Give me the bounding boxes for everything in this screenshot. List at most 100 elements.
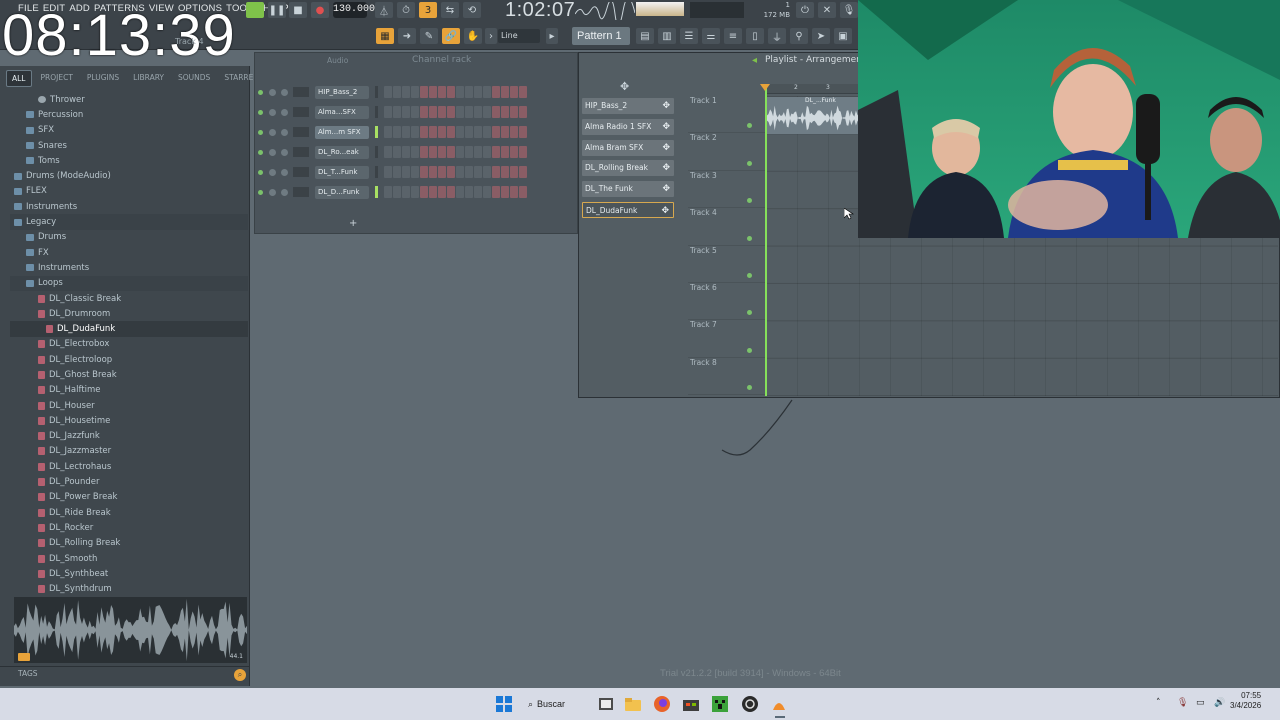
step-button[interactable] <box>465 86 473 98</box>
step-button[interactable] <box>456 106 464 118</box>
step-button[interactable] <box>420 86 428 98</box>
step-button[interactable] <box>483 86 491 98</box>
track-mute-led[interactable] <box>747 235 752 241</box>
system-clock[interactable]: 07:55 3/4/2026 <box>1230 691 1261 711</box>
channel-row[interactable]: DL_T...Funk <box>258 164 576 180</box>
playlist-play-icon[interactable]: ◂ <box>752 55 757 66</box>
pan-knob[interactable] <box>269 168 276 176</box>
step-button[interactable] <box>393 126 401 138</box>
pattern-item[interactable]: Alma Bram SFX ✥ <box>582 139 674 156</box>
channel-name-button[interactable]: DL_Ro...eak <box>315 145 369 159</box>
browser-file-item[interactable]: DL_Smooth <box>10 551 248 566</box>
step-button[interactable] <box>429 126 437 138</box>
browser-file-item[interactable]: DL_Ghost Break <box>10 367 248 382</box>
playlist-button[interactable]: ⚌ <box>702 28 720 44</box>
store-icon[interactable] <box>681 694 701 714</box>
step-button[interactable] <box>483 186 491 198</box>
channel-row[interactable]: DL_Ro...eak <box>258 144 576 160</box>
playhead-marker-icon[interactable] <box>760 84 770 91</box>
step-button[interactable] <box>411 166 419 178</box>
step-button[interactable] <box>447 146 455 158</box>
browser-folder-item[interactable]: SFX <box>10 123 248 138</box>
step-button[interactable] <box>438 186 446 198</box>
pan-knob[interactable] <box>269 108 276 116</box>
browser-folder-item[interactable]: Toms <box>10 153 248 168</box>
browser-folder-item[interactable]: Instruments <box>10 260 248 275</box>
channel-name-button[interactable]: DL_D...Funk <box>315 185 369 199</box>
browser-button[interactable]: ≡ <box>724 28 742 44</box>
step-button[interactable] <box>393 166 401 178</box>
tab-sounds[interactable]: SOUNDS <box>173 70 215 87</box>
volume-knob[interactable] <box>281 188 288 196</box>
track-header[interactable]: Track 3 <box>688 171 766 209</box>
browser-file-item[interactable]: DL_Synthbeat <box>10 566 248 581</box>
channel-select-indicator[interactable] <box>375 86 378 98</box>
taskbar-search-button[interactable]: ⌕ Buscar <box>528 694 578 714</box>
step-button[interactable] <box>429 86 437 98</box>
countdown-button[interactable]: 3 <box>419 2 437 18</box>
browser-folder-item[interactable]: Drums (ModeAudio) <box>10 168 248 183</box>
volume-knob[interactable] <box>281 168 288 176</box>
browser-folder-item[interactable]: FLEX <box>10 184 248 199</box>
browser-folder-item[interactable]: Loops <box>10 275 248 291</box>
step-button[interactable] <box>501 146 509 158</box>
pattern-item[interactable]: Alma Radio 1 SFX ✥ <box>582 118 674 135</box>
step-button[interactable] <box>438 146 446 158</box>
stems-button[interactable]: ⚲ <box>790 28 808 44</box>
playhead[interactable] <box>765 86 767 396</box>
play-button[interactable]: ❚❚ <box>268 2 286 18</box>
pattern-add-icon[interactable]: ✥ <box>661 203 669 219</box>
browser-file-item[interactable]: DL_Rocker <box>10 520 248 535</box>
stop-button[interactable]: ■ <box>289 2 307 18</box>
step-button[interactable] <box>393 186 401 198</box>
volume-knob[interactable] <box>281 128 288 136</box>
channel-name-button[interactable]: Alm...m SFX <box>315 125 369 139</box>
step-button[interactable] <box>402 166 410 178</box>
step-button[interactable] <box>519 106 527 118</box>
track-mute-led[interactable] <box>747 198 752 204</box>
minecraft-icon[interactable] <box>710 694 730 714</box>
track-header[interactable]: Track 8 <box>688 358 766 396</box>
step-button[interactable] <box>456 126 464 138</box>
pan-knob[interactable] <box>269 188 276 196</box>
track-mute-led[interactable] <box>747 385 752 391</box>
track-mute-led[interactable] <box>747 347 752 353</box>
browser-file-item[interactable]: DL_Lectrohaus <box>10 459 248 474</box>
mic-tray-icon[interactable]: 🎙 <box>1177 698 1188 708</box>
step-button[interactable] <box>474 166 482 178</box>
search-icon[interactable]: ⌕ <box>234 669 246 681</box>
channel-select-indicator[interactable] <box>375 106 378 118</box>
mixer-track-number[interactable] <box>293 127 309 137</box>
pan-knob[interactable] <box>269 88 276 96</box>
step-button[interactable] <box>474 126 482 138</box>
step-button[interactable] <box>447 86 455 98</box>
sample-waveform-preview[interactable]: 44.1 <box>14 597 247 663</box>
mixer-view-button[interactable]: ▤ <box>636 28 654 44</box>
step-button[interactable] <box>411 106 419 118</box>
browser-file-item[interactable]: DL_Houser <box>10 398 248 413</box>
channel-name-button[interactable]: Alma...SFX <box>315 105 369 119</box>
step-button[interactable] <box>492 146 500 158</box>
tab-plugins[interactable]: PLUGINS <box>82 70 124 87</box>
browser-file-item[interactable]: DL_Housetime <box>10 413 248 428</box>
step-button[interactable] <box>447 106 455 118</box>
tempo-display[interactable]: 130.000 <box>333 2 375 18</box>
pattern-add-icon[interactable]: ✥ <box>662 160 670 176</box>
step-button[interactable] <box>384 166 392 178</box>
channel-mute-led[interactable] <box>258 169 263 175</box>
mixer-track-number[interactable] <box>293 187 309 197</box>
step-button[interactable] <box>402 146 410 158</box>
pan-knob[interactable] <box>269 148 276 156</box>
step-button[interactable] <box>501 106 509 118</box>
step-button[interactable] <box>402 106 410 118</box>
step-button[interactable] <box>492 106 500 118</box>
track-header[interactable]: Track 4 <box>688 208 766 246</box>
metronome-button[interactable]: ⏃ <box>375 2 393 18</box>
step-button[interactable] <box>510 146 518 158</box>
forward-button[interactable]: ➜ <box>398 28 416 44</box>
step-button[interactable] <box>456 166 464 178</box>
step-button[interactable] <box>420 126 428 138</box>
step-button[interactable] <box>510 186 518 198</box>
step-button[interactable] <box>411 146 419 158</box>
browser-folder-item[interactable]: Drums <box>10 230 248 245</box>
